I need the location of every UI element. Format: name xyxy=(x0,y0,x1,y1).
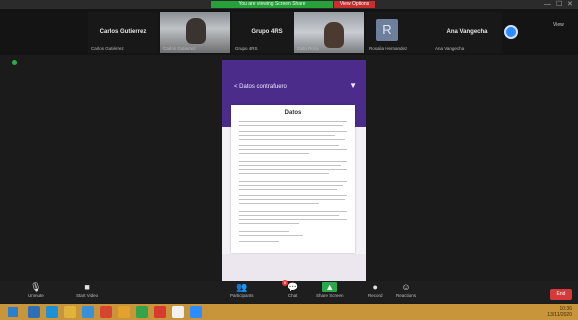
reactions-icon: ☺ xyxy=(401,282,411,292)
participant-label: Carlos Gutierrez xyxy=(163,46,196,51)
powerpoint-icon[interactable] xyxy=(100,306,112,318)
excel-icon[interactable] xyxy=(136,306,148,318)
participant-tile[interactable]: Ana Vangecha Ana Vangecha xyxy=(432,12,502,53)
minimize-icon[interactable]: — xyxy=(544,0,551,9)
pinned-app-icon[interactable] xyxy=(172,306,184,318)
maximize-icon[interactable]: ☐ xyxy=(556,0,562,9)
zoom-icon[interactable] xyxy=(190,306,202,318)
chat-icon: 💬 xyxy=(287,282,299,292)
participant-video-tile[interactable]: Carlos Gutierrez xyxy=(160,12,230,53)
chrome-icon[interactable] xyxy=(118,306,130,318)
participant-video xyxy=(324,22,344,48)
security-shield-icon[interactable] xyxy=(12,60,17,65)
file-explorer-icon[interactable] xyxy=(64,306,76,318)
participants-icon: 👥 xyxy=(236,282,248,292)
next-page-icon[interactable] xyxy=(504,25,518,39)
camera-icon: ■ xyxy=(84,282,90,292)
unmute-button[interactable]: 🎙 Unmute xyxy=(28,282,44,298)
edge-browser-icon[interactable] xyxy=(46,306,58,318)
chevron-down-icon[interactable]: ▼ xyxy=(349,81,357,90)
view-button[interactable]: View xyxy=(553,22,564,28)
system-tray-clock[interactable]: 10:36 13/11/2020 xyxy=(547,306,572,318)
app-title[interactable]: < Datos contrafuero xyxy=(234,84,287,90)
search-icon[interactable] xyxy=(28,306,40,318)
end-meeting-button[interactable]: End xyxy=(550,289,572,300)
reactions-button[interactable]: ☺ Reactions xyxy=(396,282,416,298)
document-page: Datos xyxy=(231,105,355,253)
screen-share-banner: You are viewing Screen Share xyxy=(211,1,333,8)
start-video-button[interactable]: ■ Start Video xyxy=(76,282,98,298)
participant-label: Grupo 4RS xyxy=(235,46,258,51)
participant-label: Ana Vangecha xyxy=(435,46,465,51)
participant-tile[interactable]: Grupo 4RS Grupo 4RS xyxy=(232,12,302,53)
close-icon[interactable]: ✕ xyxy=(567,0,573,9)
media-player-icon[interactable] xyxy=(154,306,166,318)
participant-name: Carlos Gutierrez xyxy=(99,29,147,35)
word-icon[interactable] xyxy=(82,306,94,318)
windows-start-icon[interactable] xyxy=(8,307,18,317)
chat-button[interactable]: 💬 Chat xyxy=(287,282,298,298)
participant-avatar: R xyxy=(376,19,398,41)
participant-tile[interactable]: R Rosalia Hernandez xyxy=(366,12,436,53)
record-button[interactable]: ● Record xyxy=(368,282,383,298)
participant-name: Grupo 4RS xyxy=(251,29,283,35)
meeting-toolbar: 🎙 Unmute ■ Start Video 👥 Participants 8 … xyxy=(0,280,578,303)
app-footer xyxy=(222,254,366,282)
share-screen-icon: ▲ xyxy=(316,282,344,293)
windows-taskbar: 10:36 13/11/2020 xyxy=(0,304,578,320)
participant-video-tile[interactable]: Zoila Roca xyxy=(294,12,364,53)
shared-screen: < Datos contrafuero ▼ Datos xyxy=(222,60,366,282)
clock-date: 13/11/2020 xyxy=(547,312,572,318)
participant-tile[interactable]: Carlos Gutierrez Carlos Gutiérrez xyxy=(88,12,158,53)
participant-label: Carlos Gutiérrez xyxy=(91,46,124,51)
record-icon: ● xyxy=(372,282,378,292)
participant-label: Zoila Roca xyxy=(297,46,319,51)
participant-label: Rosalia Hernandez xyxy=(369,46,408,51)
document-heading: Datos xyxy=(284,110,302,116)
participant-name: Ana Vangecha xyxy=(446,29,488,35)
view-options-button[interactable]: View Options xyxy=(334,1,375,8)
share-screen-button[interactable]: ▲ Share Screen xyxy=(316,282,344,298)
participants-button[interactable]: 👥 Participants 8 xyxy=(230,280,288,298)
microphone-icon: 🎙 xyxy=(30,282,42,292)
participant-video xyxy=(186,18,206,44)
participant-gallery: Carlos Gutierrez Carlos Gutiérrez Carlos… xyxy=(0,9,578,55)
window-title-bar: You are viewing Screen Share View Option… xyxy=(0,0,578,9)
